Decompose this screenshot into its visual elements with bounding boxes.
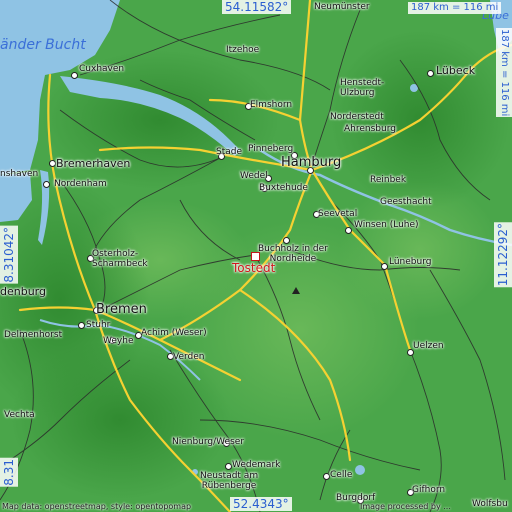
- place-label-winsen: Winsen (Luhe): [354, 220, 419, 230]
- place-label-verden: Verden: [173, 352, 205, 362]
- place-label-celle: Celle: [330, 470, 353, 480]
- place-label-cuxhaven: Cuxhaven: [79, 64, 125, 74]
- city-dot-buchholz[interactable]: [283, 237, 290, 244]
- credit-map-data: Map data: openstreetmap, style: opentopo…: [2, 502, 192, 511]
- city-dot-nordenham[interactable]: [43, 181, 50, 188]
- scale-horizontal: 187 km = 116 mi: [408, 2, 502, 14]
- city-dot-stuhr[interactable]: [78, 322, 85, 329]
- summit-icon: [292, 287, 300, 294]
- place-label-bremerhaven: Bremerhaven: [56, 157, 131, 170]
- place-label-norderstedt: Norderstedt: [330, 112, 384, 122]
- place-label-wedel: Wedel: [240, 171, 268, 181]
- place-label-itzehoe: Itzehoe: [226, 45, 260, 55]
- coord-top: 54.11582°: [222, 0, 292, 14]
- place-label-gifhorn: Gifhorn: [412, 485, 446, 495]
- place-label-weyhe: Weyhe: [103, 336, 134, 346]
- place-label-reinbek: Reinbek: [370, 175, 407, 185]
- location-label-tostedt: Tostedt: [232, 261, 276, 275]
- place-label-neustadt: Neustadt am Rübenberge: [200, 471, 259, 491]
- credit-processed: Image processed by ...: [360, 502, 451, 511]
- place-label-hamburg: Hamburg: [281, 155, 342, 170]
- place-label-pinneberg: Pinneberg: [248, 144, 294, 154]
- coord-bottom: 52.4343°: [230, 497, 292, 511]
- place-label-vechta: Vechta: [4, 410, 35, 420]
- place-label-osterholz: Osterholz- Scharmbeck: [92, 249, 148, 270]
- city-dot-winsen[interactable]: [345, 227, 352, 234]
- place-label-nordenham: Nordenham: [54, 179, 107, 189]
- scale-vertical: 187 km = 116 mi: [496, 28, 512, 118]
- bight-label: änder Bucht: [0, 37, 86, 53]
- coord-left-bottom: 8.31: [0, 458, 18, 487]
- place-label-uelzen: Uelzen: [413, 341, 444, 351]
- place-label-stade: Stade: [216, 147, 243, 157]
- city-dot-cuxhaven[interactable]: [71, 72, 78, 79]
- place-label-wolfsburg: Wolfsbu: [472, 499, 508, 509]
- place-label-elmshorn: Elmshorn: [250, 100, 293, 110]
- place-label-geesthacht: Geesthacht: [380, 197, 432, 207]
- location-marker[interactable]: [251, 252, 260, 261]
- city-dot-luneburg[interactable]: [381, 263, 388, 270]
- city-dot-bremerhaven[interactable]: [49, 160, 56, 167]
- place-label-nienburg: Nienburg/Weser: [172, 437, 245, 447]
- place-label-delmenhorst: Delmenhorst: [4, 330, 63, 340]
- place-label-bremen: Bremen: [96, 302, 147, 317]
- place-label-stuhr: Stuhr: [86, 320, 111, 330]
- city-dot-wedemark[interactable]: [225, 463, 232, 470]
- coord-right: 11.12292°: [494, 222, 512, 288]
- place-label-buxtehude: Buxtehude: [259, 183, 308, 193]
- place-label-lubeck: Lübeck: [436, 64, 476, 77]
- place-label-achim: Achim (Weser): [141, 328, 207, 338]
- place-label-wedemark: Wedemark: [232, 460, 281, 470]
- place-label-ahrensburg: Ahrensburg: [344, 124, 396, 134]
- place-label-henstedt: Henstedt- Ulzburg: [340, 78, 385, 99]
- place-label-luneburg: Lüneburg: [389, 257, 432, 267]
- city-dot-lubeck[interactable]: [427, 70, 434, 77]
- city-dot-celle[interactable]: [323, 473, 330, 480]
- place-label-oldenburg: denburg: [0, 285, 46, 298]
- place-label-shaven: nshaven: [0, 169, 39, 179]
- coord-left: 8.31042°: [0, 226, 18, 284]
- place-label-seevetal: Seevetal: [318, 209, 358, 219]
- place-label-neumunster: Neumünster: [314, 2, 370, 12]
- map-view[interactable]: änder Bucht Lübe Neumünster Itzehoe Cuxh…: [0, 0, 512, 512]
